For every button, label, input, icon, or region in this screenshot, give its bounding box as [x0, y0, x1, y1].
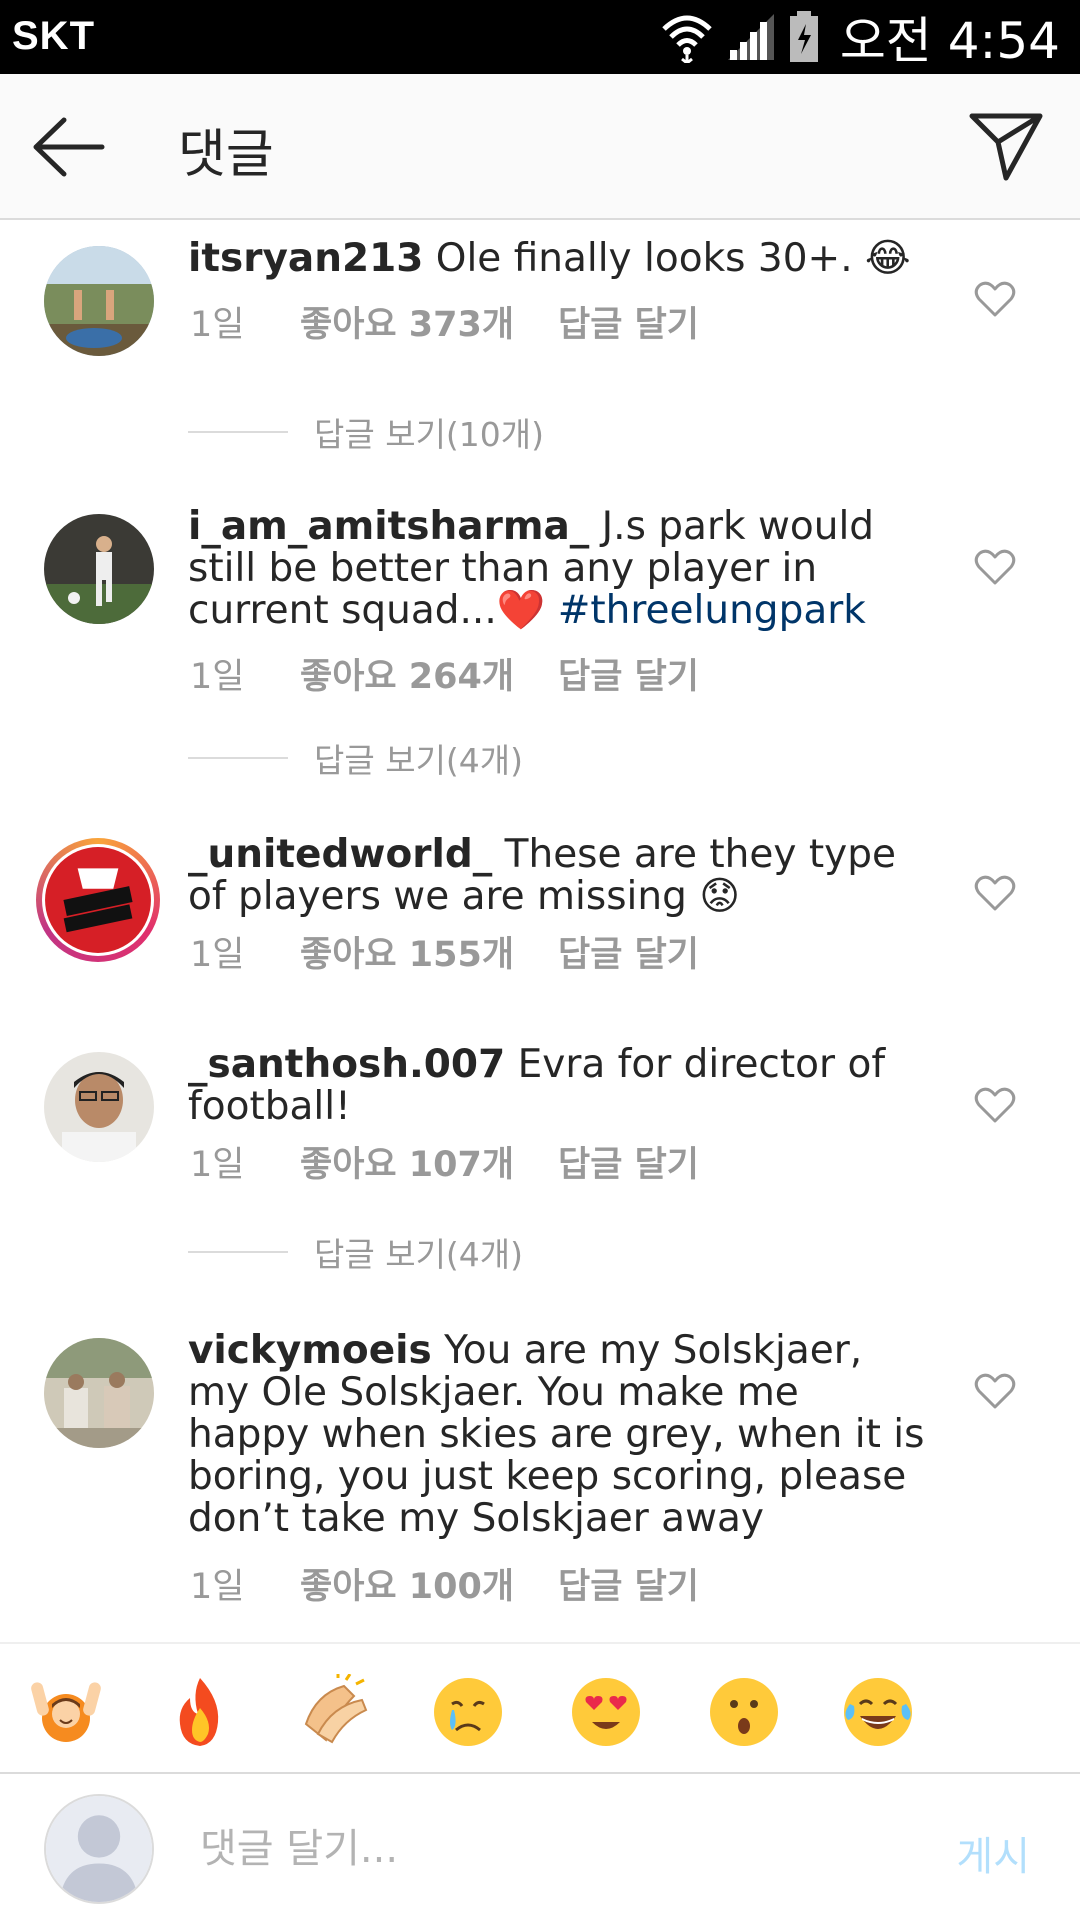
comment-age: 1일 [190, 1145, 245, 1185]
comment-age: 1일 [190, 657, 245, 697]
status-icons: 오전 4:54 [660, 6, 1060, 70]
avatar[interactable] [44, 1338, 154, 1448]
comment-username[interactable]: vickymoeis [188, 1328, 432, 1373]
surprised-emoji[interactable] [706, 1674, 782, 1750]
comment-text: vickymoeis You are my Solskjaer, my Ole … [188, 1330, 928, 1540]
view-replies-label: 답글 보기(4개) [314, 741, 524, 780]
comment-text: _santhosh.007 Evra for director of footb… [188, 1044, 928, 1128]
comment-username[interactable]: _unitedworld_ [188, 832, 492, 877]
hashtag-link[interactable]: #threelungpark [558, 588, 866, 633]
comment-text: _unitedworld_ These are they type of pla… [188, 834, 928, 918]
avatar[interactable] [44, 1052, 154, 1162]
reply-button[interactable]: 답글 달기 [558, 648, 699, 699]
comment-username[interactable]: i_am_amitsharma_ [188, 504, 589, 549]
comment-input[interactable] [200, 1814, 920, 1884]
view-replies-button[interactable]: 답글 보기(4개) [188, 1232, 523, 1274]
carrier-label: SKT [12, 14, 95, 58]
view-replies-label: 답글 보기(4개) [314, 1235, 524, 1274]
divider [188, 757, 288, 759]
avatar[interactable] [36, 838, 160, 962]
comment-age: 1일 [190, 305, 245, 345]
view-replies-button[interactable]: 답글 보기(4개) [188, 738, 523, 780]
post-button[interactable]: 게시 [956, 1824, 1030, 1882]
comment-meta: 1일 좋아요 373개 답글 달기 [190, 296, 699, 347]
status-bar: SKT 오전 4:54 [0, 0, 1080, 74]
comment-composer: 게시 [0, 1776, 1080, 1920]
paper-plane-icon [969, 113, 1043, 181]
heart-icon[interactable] [974, 874, 1016, 912]
heart-eyes-emoji[interactable] [568, 1674, 644, 1750]
direct-share-button[interactable] [968, 110, 1044, 182]
my-avatar [44, 1794, 154, 1904]
comment-likes[interactable]: 좋아요 100개 [300, 1558, 558, 1609]
back-button[interactable] [30, 114, 108, 180]
comment-text: itsryan213 Ole finally looks 30+. 😂 [188, 238, 928, 280]
reply-button[interactable]: 답글 달기 [558, 296, 699, 347]
comment-likes[interactable]: 좋아요 373개 [300, 296, 558, 347]
crying-emoji[interactable] [430, 1674, 506, 1750]
heart-icon[interactable] [974, 548, 1016, 586]
arrow-left-icon [33, 117, 105, 177]
raising-hands-emoji[interactable] [28, 1674, 104, 1750]
comment-likes[interactable]: 좋아요 264개 [300, 648, 558, 699]
signal-icon [726, 12, 776, 62]
page-title: 댓글 [178, 125, 274, 185]
emoji-quick-bar [0, 1642, 1080, 1774]
heart-icon[interactable] [974, 1372, 1016, 1410]
comment-text: i_am_amitsharma_ J.s park would still be… [188, 506, 928, 632]
comment-meta: 1일 좋아요 155개 답글 달기 [190, 926, 699, 977]
avatar[interactable] [44, 514, 154, 624]
wifi-icon [660, 11, 714, 63]
heart-icon[interactable] [974, 1086, 1016, 1124]
comment-meta: 1일 좋아요 100개 답글 달기 [190, 1558, 699, 1609]
reply-button[interactable]: 답글 달기 [558, 1558, 699, 1609]
header: 댓글 [0, 74, 1080, 220]
comment-likes[interactable]: 좋아요 155개 [300, 926, 558, 977]
view-replies-label: 답글 보기(10개) [314, 415, 545, 454]
tears-of-joy-emoji[interactable] [840, 1674, 916, 1750]
view-replies-button[interactable]: 답글 보기(10개) [188, 412, 544, 454]
comment-message: Ole finally looks 30+. 😂 [423, 236, 911, 281]
comment-age: 1일 [190, 935, 245, 975]
fire-emoji[interactable] [162, 1674, 238, 1750]
comment-meta: 1일 좋아요 264개 답글 달기 [190, 648, 699, 699]
reply-button[interactable]: 답글 달기 [558, 926, 699, 977]
battery-icon [788, 10, 820, 64]
comment-age: 1일 [190, 1567, 245, 1607]
comment-username[interactable]: itsryan213 [188, 236, 423, 281]
reply-button[interactable]: 답글 달기 [558, 1136, 699, 1187]
heart-icon[interactable] [974, 280, 1016, 318]
comment-likes[interactable]: 좋아요 107개 [300, 1136, 558, 1187]
divider [188, 1251, 288, 1253]
comment-username[interactable]: _santhosh.007 [188, 1042, 505, 1087]
avatar[interactable] [44, 246, 154, 356]
clapping-emoji[interactable] [296, 1674, 372, 1750]
status-time: 오전 4:54 [839, 12, 1060, 70]
comment-meta: 1일 좋아요 107개 답글 달기 [190, 1136, 699, 1187]
divider [188, 431, 288, 433]
